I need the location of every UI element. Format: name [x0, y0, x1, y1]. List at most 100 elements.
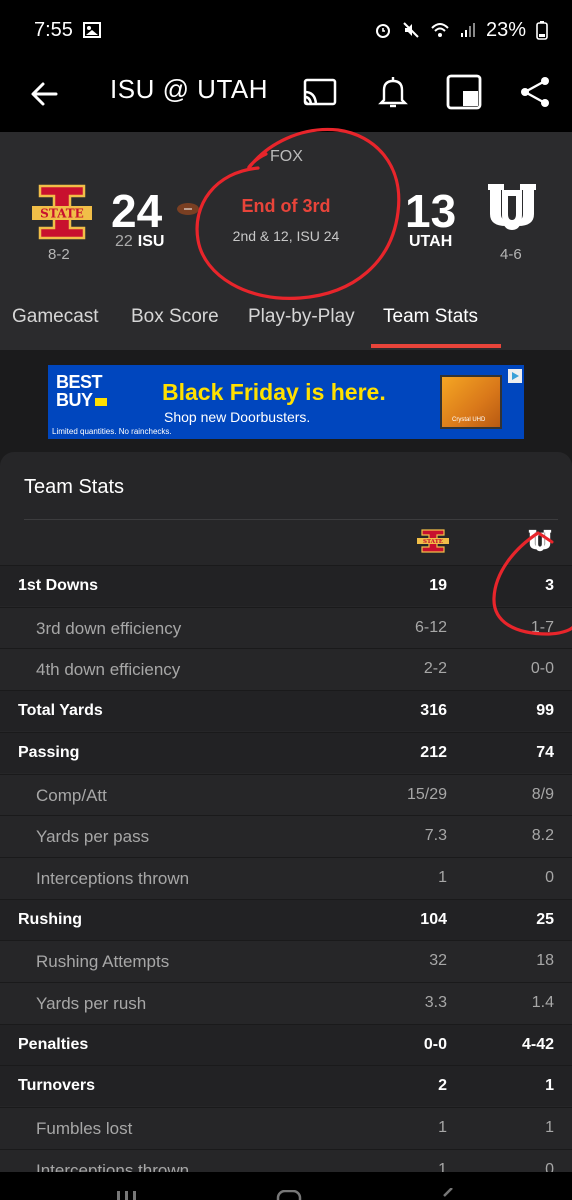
stat-label: 3rd down efficiency [36, 618, 182, 638]
utah-score: 13 [405, 185, 457, 237]
isu-stat-value: 3.3 [424, 994, 447, 1011]
signal-icon [460, 23, 475, 37]
ad-subline: Shop new Doorbusters. [164, 409, 311, 425]
stat-row: Comp/Att 15/29 8/9 [0, 773, 572, 815]
isu-stat-value: 1 [438, 868, 447, 886]
tab-team-stats[interactable]: Team Stats [383, 306, 478, 328]
isu-stat-value: 1 [438, 1119, 447, 1137]
utah-stat-value: 1-7 [530, 618, 554, 636]
isu-logo-text: STATE [40, 207, 84, 221]
scoreboard[interactable]: STATE 8-2 24 22 ISU FOX End of 3rd 2nd & … [0, 132, 572, 282]
isu-abbr: ISU [137, 233, 165, 250]
stat-row: 4th down efficiency 2-2 0-0 [0, 648, 572, 690]
utah-stat-value: 8.2 [531, 827, 554, 845]
home-icon[interactable] [276, 1190, 302, 1200]
share-icon[interactable] [516, 72, 556, 112]
tab-bar: Gamecast Box Score Play-by-Play Team Sta… [0, 282, 572, 351]
stat-label: Yards per rush [36, 994, 147, 1013]
tv-network: FOX [270, 148, 303, 165]
bell-icon[interactable] [373, 72, 413, 112]
alarm-icon [375, 24, 390, 38]
utah-abbr: UTAH [409, 233, 453, 250]
game-status: End of 3rd [241, 196, 331, 216]
stat-row: Interceptions thrown 1 0 [0, 856, 572, 898]
stat-label: Interceptions thrown [36, 868, 190, 888]
best-buy-logo: BEST BUY [56, 373, 134, 421]
page-title: ISU @ UTAH [110, 74, 269, 104]
tab-box-score[interactable]: Box Score [131, 306, 219, 328]
ad-headline: Black Friday is here. [162, 379, 386, 405]
utah-stat-value: 0-0 [530, 660, 554, 678]
stat-row: Rushing Attempts 32 18 [0, 940, 572, 982]
utah-logo [488, 184, 536, 230]
isu-score: 24 [111, 185, 163, 237]
stat-row: Penalties 0-0 4-42 [0, 1023, 572, 1065]
stat-label: Turnovers [18, 1077, 96, 1095]
utah-column-logo [528, 529, 552, 552]
utah-stat-value: 1 [545, 1077, 554, 1095]
utah-abbr-wrap: UTAH [409, 233, 452, 251]
picture-in-picture-icon[interactable] [444, 72, 484, 112]
utah-stat-value: 99 [536, 702, 554, 720]
isu-stat-value: 2 [438, 1077, 447, 1095]
isu-stat-value: 32 [429, 952, 447, 970]
tab-play-by-play[interactable]: Play-by-Play [248, 306, 355, 328]
isu-record: 8-2 [48, 246, 70, 263]
isu-column-logo-text: STATE [423, 539, 443, 545]
stat-label: Comp/Att [36, 785, 107, 805]
system-nav-bar [0, 1172, 572, 1200]
game-situation: 2nd & 12, ISU 24 [232, 228, 340, 244]
battery-percent: 23% [485, 18, 526, 41]
ad-fine-print: Limited quantities. No rainchecks. [52, 427, 172, 436]
stat-row: 1st Downs 19 3 [0, 565, 572, 606]
stat-label: Fumbles lost [36, 1119, 133, 1139]
stat-row: Turnovers 2 1 [0, 1065, 572, 1107]
ad-brand-line2: BUY [56, 390, 93, 410]
stat-row: Yards per pass 7.3 8.2 [0, 815, 572, 857]
utah-stat-value: 0 [545, 868, 554, 886]
utah-stat-value: 8/9 [531, 785, 554, 803]
status-bar: 7:55 23% [0, 0, 572, 60]
cast-icon[interactable] [300, 72, 340, 112]
stat-row: 3rd down efficiency 6-12 1-7 [0, 606, 572, 648]
isu-rank-abbr: 22 ISU [115, 233, 164, 251]
back-nav-icon[interactable] [440, 1188, 456, 1200]
stat-label: Rushing Attempts [36, 952, 170, 972]
divider [24, 519, 558, 520]
utah-stat-value: 4-42 [521, 1035, 554, 1053]
isu-column-logo: STATE [417, 529, 449, 553]
isu-stat-value: 2-2 [423, 660, 447, 678]
stat-row: Total Yards 316 99 [0, 690, 572, 732]
stat-row: Rushing 104 25 [0, 898, 572, 940]
stat-label: Yards per pass [36, 827, 150, 847]
utah-stat-value: 1 [545, 1119, 554, 1137]
mute-icon [403, 22, 419, 38]
best-buy-ad-banner[interactable]: BEST BUY Black Friday is here. Shop new … [48, 365, 524, 439]
utah-stat-value: 25 [536, 910, 554, 928]
battery-icon [536, 21, 548, 40]
isu-stat-value: 7.3 [424, 827, 447, 845]
price-tag-icon [94, 398, 107, 406]
utah-stat-value: 1.4 [531, 994, 554, 1011]
ad-area: BEST BUY Black Friday is here. Shop new … [0, 350, 572, 450]
stat-label: Penalties [18, 1035, 89, 1053]
utah-stat-value: 3 [545, 577, 554, 594]
ad-choices-icon[interactable] [508, 369, 522, 383]
status-time: 7:55 [34, 18, 73, 41]
isu-stat-value: 316 [420, 702, 447, 720]
isu-rank: 22 [115, 233, 133, 250]
back-arrow-icon[interactable] [26, 76, 62, 112]
isu-stat-value: 0-0 [423, 1035, 447, 1053]
utah-record: 4-6 [500, 246, 522, 263]
team-stats-title: Team Stats [24, 476, 125, 498]
isu-stat-value: 104 [420, 910, 447, 928]
app-bar: ISU @ UTAH [0, 60, 572, 132]
recents-icon[interactable] [116, 1190, 138, 1200]
stat-label: Passing [18, 743, 80, 761]
tab-gamecast[interactable]: Gamecast [12, 306, 99, 328]
stat-label: Rushing [18, 910, 82, 928]
active-tab-indicator [371, 344, 501, 348]
possession-football-icon [177, 203, 199, 215]
isu-logo: STATE [32, 184, 92, 240]
wifi-icon [431, 23, 449, 37]
